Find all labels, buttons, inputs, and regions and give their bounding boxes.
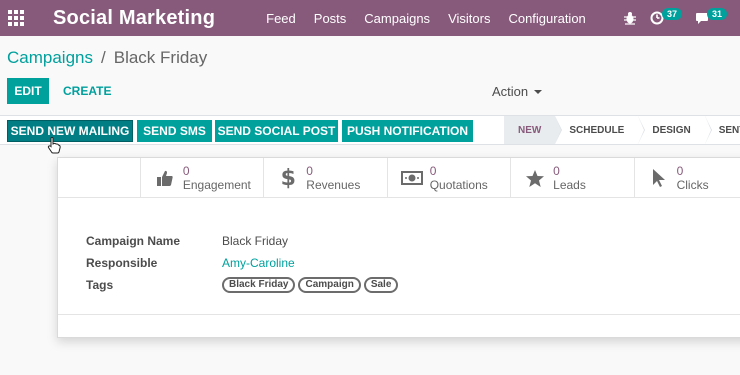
menu-item-configuration[interactable]: Configuration	[508, 11, 585, 26]
pointer-icon	[648, 167, 670, 189]
revenues-stat-button[interactable]: $ 0 Revenues	[264, 158, 388, 198]
send-social-post-button[interactable]: SEND SOCIAL POST	[215, 120, 338, 142]
push-notification-button[interactable]: PUSH NOTIFICATION	[342, 120, 473, 142]
campaign-name-label: Campaign Name	[86, 234, 181, 248]
tag-sale[interactable]: Sale	[363, 277, 399, 293]
quotations-value: 0	[429, 164, 437, 178]
field-row-tags: Tags Black Friday Campaign Sale	[86, 274, 401, 296]
messages-badge: 31	[706, 8, 727, 20]
breadcrumb-separator: /	[101, 48, 106, 67]
engagement-label: Engagement	[182, 178, 251, 192]
stage-schedule[interactable]: SCHEDULE	[555, 116, 646, 144]
engagement-value: 0	[182, 164, 190, 178]
responsible-link[interactable]: Amy-Caroline	[222, 256, 295, 270]
tag-black-friday[interactable]: Black Friday	[222, 277, 296, 293]
edit-button[interactable]: EDIT	[7, 78, 49, 104]
debug-bug-icon[interactable]	[623, 11, 637, 25]
star-icon	[524, 167, 546, 189]
main-menu: Feed Posts Campaigns Visitors Configurat…	[266, 11, 604, 26]
field-row-responsible: Responsible Amy-Caroline	[86, 252, 401, 274]
stat-buttons: 0 Engagement $ 0 Revenues 0 Quotations 0…	[58, 158, 740, 198]
activity-clock-icon[interactable]: 37	[650, 8, 682, 25]
quotations-stat-button[interactable]: 0 Quotations	[388, 158, 512, 198]
money-icon	[400, 167, 423, 189]
form-header: SEND NEW MAILING SEND SMS SEND SOCIAL PO…	[0, 115, 740, 145]
app-title[interactable]: Social Marketing	[53, 7, 215, 30]
caret-down-icon	[534, 89, 543, 94]
revenues-value: 0	[306, 164, 313, 178]
tag-campaign[interactable]: Campaign	[298, 277, 361, 293]
engagement-stat-button[interactable]: 0 Engagement	[141, 158, 265, 198]
messages-chat-icon[interactable]: 31	[695, 8, 727, 25]
menu-item-campaigns[interactable]: Campaigns	[364, 11, 430, 26]
menu-item-posts[interactable]: Posts	[314, 11, 347, 26]
clicks-stat-button[interactable]: 0 Clicks	[635, 158, 740, 198]
breadcrumb-current: Black Friday	[113, 48, 208, 67]
thumbs-up-icon	[154, 167, 176, 189]
send-sms-button[interactable]: SEND SMS	[137, 120, 212, 142]
field-row-campaign-name: Campaign Name Black Friday	[86, 230, 401, 252]
action-dropdown[interactable]: Action	[492, 84, 543, 99]
apps-menu-icon[interactable]	[0, 0, 32, 36]
clicks-value: 0	[676, 164, 684, 178]
send-new-mailing-button[interactable]: SEND NEW MAILING	[7, 120, 133, 142]
stage-statusbar: NEW SCHEDULE DESIGN SENT	[504, 116, 740, 144]
action-label: Action	[492, 84, 529, 99]
sheet-divider	[58, 314, 740, 315]
leads-label: Leads	[553, 178, 586, 192]
menu-item-feed[interactable]: Feed	[266, 11, 296, 26]
tags-label: Tags	[86, 278, 114, 292]
breadcrumb-campaigns-link[interactable]: Campaigns	[7, 48, 93, 68]
dollar-icon: $	[280, 165, 296, 191]
form-fields: Campaign Name Black Friday Responsible A…	[86, 230, 401, 296]
top-navbar: Social Marketing Feed Posts Campaigns Vi…	[0, 0, 740, 36]
systray: 37 31	[623, 0, 740, 36]
stage-design[interactable]: DESIGN	[638, 116, 713, 144]
leads-value: 0	[553, 164, 560, 178]
quotations-label: Quotations	[429, 178, 488, 192]
activity-badge: 37	[661, 8, 682, 20]
leads-stat-button[interactable]: 0 Leads	[511, 158, 635, 198]
hand-cursor-icon	[47, 137, 61, 159]
stage-new[interactable]: NEW	[504, 116, 563, 144]
breadcrumb: Campaigns / Black Friday	[7, 48, 207, 68]
revenues-label: Revenues	[306, 178, 361, 192]
campaign-name-value: Black Friday	[222, 234, 289, 248]
clicks-label: Clicks	[676, 178, 709, 192]
create-button[interactable]: CREATE	[55, 78, 119, 104]
tags-list: Black Friday Campaign Sale	[222, 277, 401, 293]
responsible-label: Responsible	[86, 256, 158, 270]
menu-item-visitors[interactable]: Visitors	[448, 11, 490, 26]
form-sheet: 0 Engagement $ 0 Revenues 0 Quotations 0…	[57, 157, 740, 338]
